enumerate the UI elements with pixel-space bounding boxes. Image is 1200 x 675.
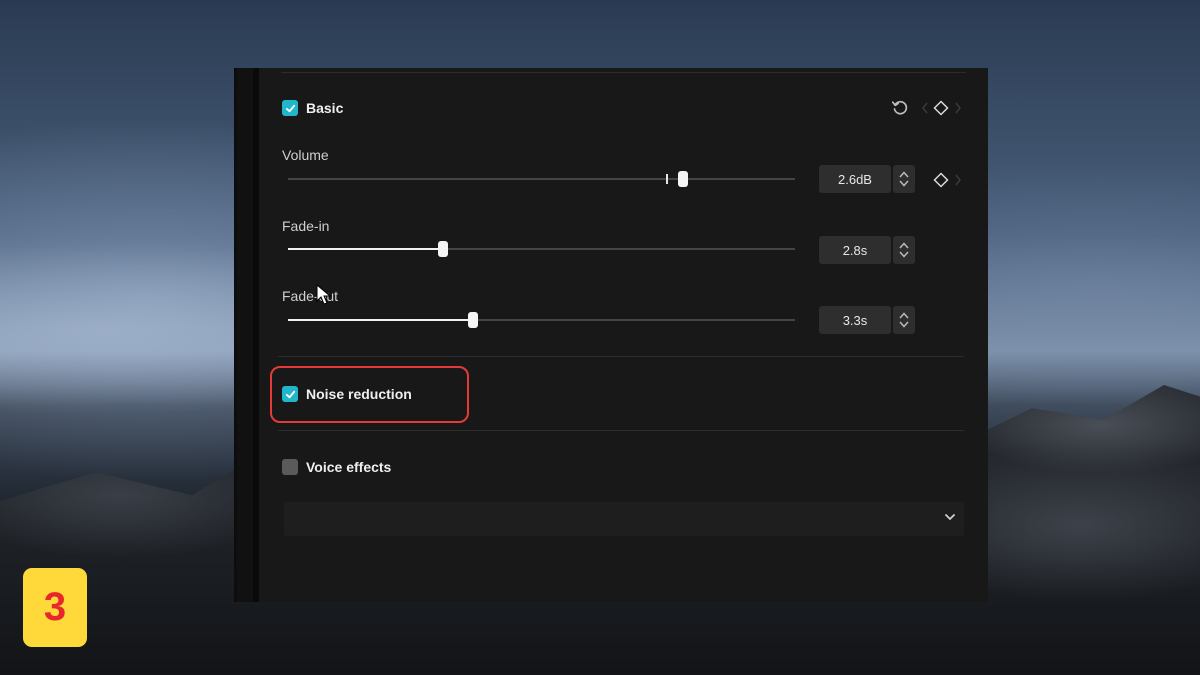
chevron-down-icon	[945, 514, 955, 521]
volume-zero-tick	[666, 174, 668, 184]
voice-effects-section-header: Voice effects	[282, 459, 391, 475]
stepper-up-icon	[899, 171, 909, 178]
fade-in-slider[interactable]	[288, 241, 795, 257]
fade-out-slider[interactable]	[288, 312, 795, 328]
stepper-up-icon	[899, 312, 909, 319]
fade-out-stepper[interactable]	[893, 306, 915, 334]
volume-next-keyframe-icon[interactable]	[953, 171, 963, 189]
reset-button[interactable]	[890, 98, 910, 118]
step-number-badge: 3	[23, 568, 87, 647]
voice-effects-dropdown[interactable]	[284, 502, 964, 536]
volume-value-field[interactable]: 2.6dB	[819, 165, 891, 193]
fade-in-slider-fill	[288, 248, 443, 250]
stepper-down-icon	[899, 180, 909, 187]
volume-slider-thumb[interactable]	[678, 171, 688, 187]
fade-in-stepper[interactable]	[893, 236, 915, 264]
fade-in-label: Fade-in	[282, 218, 330, 234]
stepper-down-icon	[899, 251, 909, 258]
basic-section-header: Basic	[282, 100, 343, 116]
volume-slider-track	[288, 178, 795, 180]
reset-icon	[891, 100, 908, 115]
keyframe-diamond-icon	[933, 172, 949, 188]
fade-in-value-field[interactable]: 2.8s	[819, 236, 891, 264]
basic-title: Basic	[306, 100, 344, 116]
stepper-down-icon	[899, 321, 909, 328]
fade-out-value-field[interactable]: 3.3s	[819, 306, 891, 334]
voice-effects-checkbox[interactable]	[282, 459, 298, 475]
basic-keyframe-button[interactable]	[931, 98, 951, 118]
fade-in-slider-thumb[interactable]	[438, 241, 448, 257]
stepper-up-icon	[899, 242, 909, 249]
basic-checkbox[interactable]	[282, 100, 298, 116]
section-divider	[278, 356, 964, 357]
volume-slider[interactable]	[288, 171, 795, 187]
panel-top-divider	[281, 72, 966, 73]
volume-stepper[interactable]	[893, 165, 915, 193]
fade-out-slider-fill	[288, 319, 473, 321]
fade-out-slider-thumb[interactable]	[468, 312, 478, 328]
next-keyframe-icon[interactable]	[953, 99, 963, 117]
volume-label: Volume	[282, 147, 329, 163]
keyframe-diamond-icon	[933, 100, 949, 116]
prev-keyframe-icon[interactable]	[920, 99, 930, 117]
mouse-pointer-icon	[316, 284, 332, 305]
voice-effects-title: Voice effects	[306, 459, 392, 475]
panel-left-rail	[237, 68, 259, 602]
volume-keyframe-button[interactable]	[931, 170, 951, 190]
noise-reduction-highlight-box	[270, 366, 469, 423]
section-divider	[278, 430, 964, 431]
check-icon	[285, 104, 295, 112]
